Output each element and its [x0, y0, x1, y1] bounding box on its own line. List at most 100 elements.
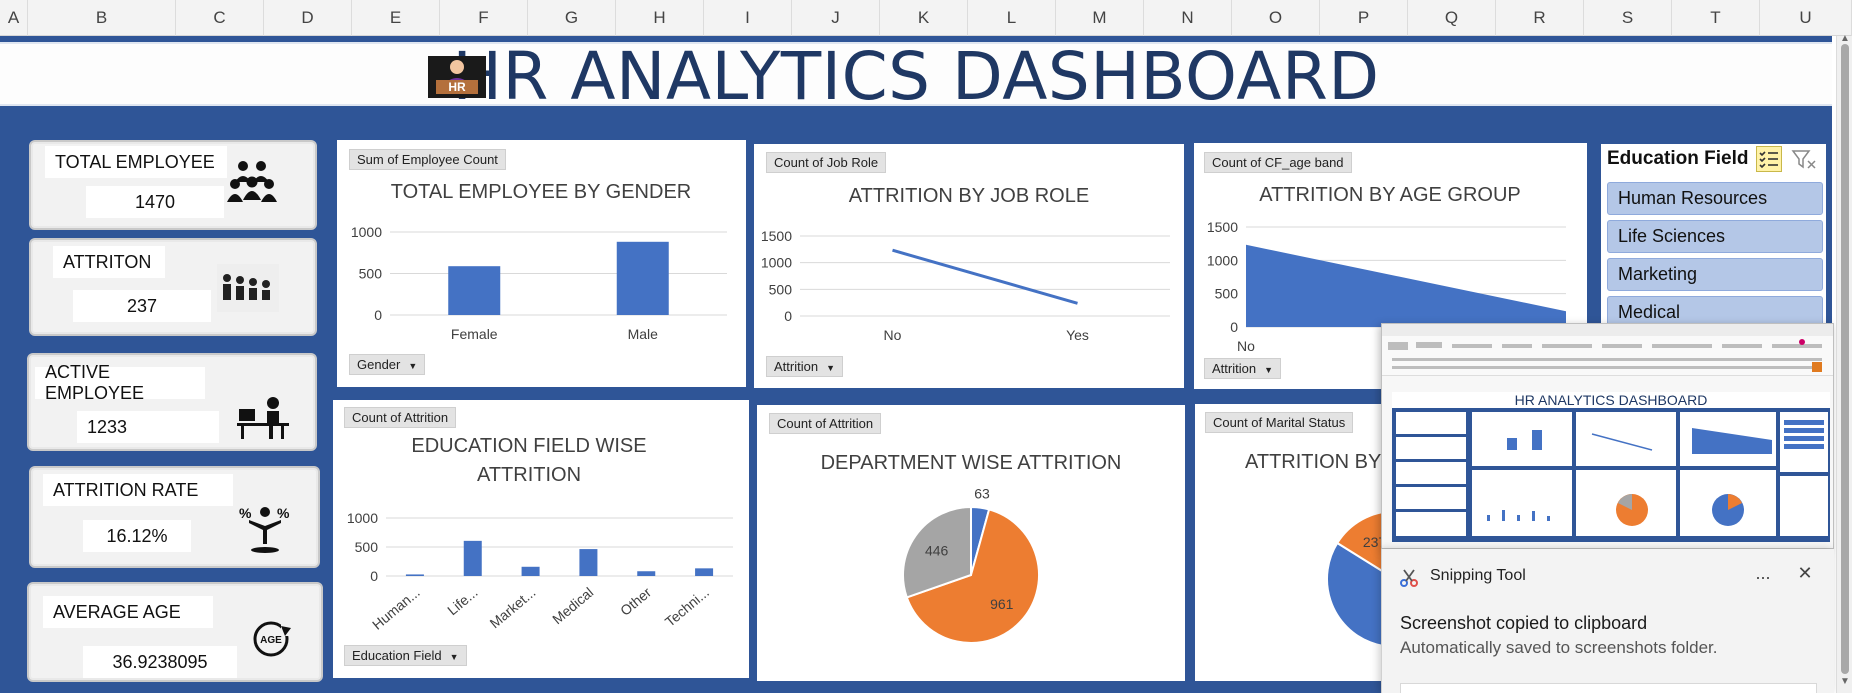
- education-field-slicer: Education Field Human Resources Life Sci…: [1601, 144, 1826, 344]
- thumb-title: HR ANALYTICS DASHBOARD: [1392, 392, 1830, 408]
- clear-filter-icon[interactable]: [1791, 148, 1817, 172]
- x-tick-label: Yes: [1066, 327, 1089, 343]
- column-header-b[interactable]: B: [28, 0, 176, 36]
- scroll-up-arrow-icon[interactable]: ▲: [1840, 33, 1850, 44]
- chart-gender-panel: Sum of Employee Count TOTAL EMPLOYEE BY …: [337, 140, 746, 387]
- column-header-i[interactable]: I: [704, 0, 792, 36]
- x-tick-label: No: [884, 327, 902, 343]
- kpi-value: 36.9238095: [83, 646, 237, 678]
- x-tick-label: Female: [451, 326, 498, 342]
- y-tick-label: 0: [784, 308, 792, 324]
- dropdown-arrow-icon: ▼: [449, 651, 459, 662]
- column-header-e[interactable]: E: [352, 0, 440, 36]
- y-tick-label: 500: [359, 266, 383, 282]
- bar: [463, 540, 482, 576]
- svg-text:%: %: [277, 505, 290, 521]
- close-button[interactable]: ✕: [1790, 563, 1820, 589]
- x-tick-label: Male: [628, 326, 659, 342]
- thumb-dashboard: HR ANALYTICS DASHBOARD: [1392, 392, 1830, 542]
- multi-select-icon[interactable]: [1756, 146, 1782, 172]
- gender-bar-chart: TOTAL EMPLOYEE BY GENDER 0 500 1000 Female Ma…: [351, 181, 727, 342]
- slicer-item[interactable]: Life Sciences: [1607, 220, 1823, 253]
- column-header-s[interactable]: S: [1584, 0, 1672, 36]
- more-options-button[interactable]: ...: [1748, 563, 1778, 589]
- axis-button-label: Education Field: [352, 648, 442, 663]
- kpi-card-total-employee: TOTAL EMPLOYEE 1470: [29, 140, 317, 230]
- dashboard-title: HR ANALYTICS DASHBOARD: [452, 37, 1380, 115]
- bar: [637, 571, 656, 576]
- y-tick-label: 0: [1230, 319, 1238, 335]
- bar: [448, 266, 501, 315]
- y-tick-label: 1500: [761, 228, 792, 244]
- column-header-k[interactable]: K: [880, 0, 968, 36]
- column-header-p[interactable]: P: [1320, 0, 1408, 36]
- chart-title: ATTRITION BY AGE GROUP: [1259, 184, 1521, 206]
- people-leaving-icon: [217, 264, 279, 312]
- agegroup-filter-button[interactable]: Attrition ▼: [1204, 358, 1281, 379]
- column-header-g[interactable]: G: [528, 0, 616, 36]
- y-tick-label: 1000: [761, 255, 792, 271]
- chart-title: TOTAL EMPLOYEE BY GENDER: [391, 181, 691, 203]
- jobrole-line-chart: ATTRITION BY JOB ROLE 0 500 1000 1500 No Yes: [761, 185, 1170, 343]
- axis-button-label: Gender: [357, 357, 401, 372]
- screenshot-thumbnail[interactable]: HR ANALYTICS DASHBOARD: [1381, 323, 1834, 549]
- chart-title: ATTRITION BY JOB ROLE: [849, 185, 1089, 207]
- dropdown-arrow-icon: ▼: [1264, 364, 1273, 375]
- kpi-label: ATTRITON: [53, 246, 165, 278]
- snipping-tool-notification[interactable]: Snipping Tool ... ✕ Screenshot copied to…: [1381, 549, 1834, 693]
- scissors-icon: [1400, 569, 1418, 587]
- column-header-r[interactable]: R: [1496, 0, 1584, 36]
- notification-app-name: Snipping Tool: [1430, 567, 1526, 584]
- education-bar-chart: EDUCATION FIELD WISE ATTRITION 0 500 1000 Hum…: [347, 435, 733, 633]
- person-at-desk-icon: [237, 397, 289, 439]
- scroll-down-arrow-icon[interactable]: ▼: [1840, 676, 1850, 687]
- column-header-a[interactable]: A: [0, 0, 28, 36]
- y-tick-label: 0: [374, 307, 382, 323]
- kpi-value: 1470: [86, 186, 224, 218]
- x-tick-label: Life...: [444, 584, 481, 618]
- column-header-t[interactable]: T: [1672, 0, 1760, 36]
- slicer-item[interactable]: Human Resources: [1607, 182, 1823, 215]
- column-header-h[interactable]: H: [616, 0, 704, 36]
- scrollbar-thumb[interactable]: [1841, 44, 1849, 674]
- column-header-l[interactable]: L: [968, 0, 1056, 36]
- chart-title: DEPARTMENT WISE ATTRITION: [821, 452, 1122, 474]
- column-header-u[interactable]: U: [1760, 0, 1852, 36]
- x-tick-label: Human...: [369, 584, 423, 633]
- column-header-n[interactable]: N: [1144, 0, 1232, 36]
- x-tick-label: Medical: [549, 584, 596, 627]
- column-header-o[interactable]: O: [1232, 0, 1320, 36]
- department-pie-chart: DEPARTMENT WISE ATTRITION 63 961 446: [821, 452, 1122, 644]
- slicer-title: Education Field: [1607, 148, 1749, 169]
- column-header-m[interactable]: M: [1056, 0, 1144, 36]
- column-header-q[interactable]: Q: [1408, 0, 1496, 36]
- column-header-c[interactable]: C: [176, 0, 264, 36]
- vertical-scrollbar[interactable]: ▲ ▼: [1836, 33, 1852, 693]
- jobrole-filter-button[interactable]: Attrition ▼: [766, 356, 843, 377]
- slicer-item[interactable]: Marketing: [1607, 258, 1823, 291]
- chart-title-line: ATTRITION: [477, 464, 581, 486]
- kpi-label: TOTAL EMPLOYEE: [45, 146, 227, 178]
- notification-action-area[interactable]: [1400, 683, 1817, 693]
- x-tick-label: No: [1237, 338, 1255, 354]
- kpi-label: ATTRITION RATE: [43, 474, 233, 506]
- people-group-icon: [227, 161, 277, 202]
- chart-title: ATTRITION BY: [1245, 451, 1381, 473]
- kpi-label: AVERAGE AGE: [43, 596, 213, 628]
- kpi-value: 16.12%: [83, 520, 191, 552]
- bar: [579, 549, 598, 576]
- gender-filter-button[interactable]: Gender ▼: [349, 354, 426, 375]
- bar: [616, 241, 669, 315]
- y-tick-label: 0: [370, 568, 378, 584]
- y-tick-label: 1000: [1207, 252, 1238, 268]
- thumb-ribbon: [1382, 336, 1833, 376]
- chart-education-panel: Count of Attrition EDUCATION FIELD WISE A…: [333, 400, 749, 678]
- column-header-bar: ABCDEFGHIJKLMNOPQRSTU: [0, 0, 1852, 36]
- column-header-f[interactable]: F: [440, 0, 528, 36]
- column-header-d[interactable]: D: [264, 0, 352, 36]
- column-header-j[interactable]: J: [792, 0, 880, 36]
- spreadsheet-window: ABCDEFGHIJKLMNOPQRSTU HR ANALYTICS DASHB…: [0, 0, 1852, 693]
- kpi-card-active-employee: ACTIVE EMPLOYEE 1233: [27, 353, 317, 451]
- kpi-card-attrition-rate: ATTRITION RATE 16.12% % %: [29, 466, 320, 568]
- education-filter-button[interactable]: Education Field ▼: [344, 645, 467, 666]
